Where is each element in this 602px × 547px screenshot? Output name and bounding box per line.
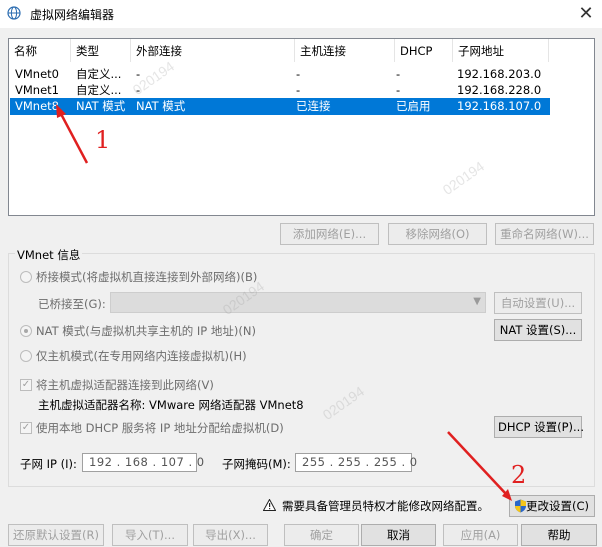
subnet-mask-label: 子网掩码(M):	[222, 457, 291, 471]
export-button[interactable]: 导出(X)...	[193, 524, 268, 546]
cell-name: VMnet0	[15, 67, 59, 81]
cell-dhcp: -	[396, 83, 401, 97]
cell-name: VMnet8	[15, 99, 59, 113]
use-dhcp-checkbox[interactable]: ✓	[20, 422, 32, 434]
cell-name: VMnet1	[15, 83, 59, 97]
nat-mode-label: NAT 模式(与虚拟机共享主机的 IP 地址)(N)	[36, 324, 256, 338]
col-subnet[interactable]: 子网地址	[453, 39, 549, 62]
adapter-name-text: 主机虚拟适配器名称: VMware 网络适配器 VMnet8	[38, 398, 304, 412]
add-network-button[interactable]: 添加网络(E)...	[280, 223, 379, 245]
table-row[interactable]: VMnet0 自定义... - - - 192.168.203.0	[10, 66, 550, 83]
network-globe-icon	[7, 6, 21, 20]
cancel-button[interactable]: 取消	[361, 524, 436, 546]
cell-type: NAT 模式	[76, 99, 126, 113]
rename-network-button[interactable]: 重命名网络(W)...	[495, 223, 594, 245]
cell-type: 自定义...	[76, 67, 122, 81]
connect-adapter-checkbox[interactable]: ✓	[20, 379, 32, 391]
vmnet-info-group	[8, 253, 595, 487]
apply-button[interactable]: 应用(A)	[443, 524, 518, 546]
col-external[interactable]: 外部连接	[131, 39, 295, 62]
annotation-number-2: 2	[511, 461, 527, 489]
cell-host: 已连接	[296, 99, 331, 113]
col-type[interactable]: 类型	[71, 39, 131, 62]
nat-mode-radio[interactable]	[20, 325, 32, 337]
chevron-down-icon: ▼	[473, 296, 481, 307]
dhcp-settings-button[interactable]: DHCP 设置(P)...	[494, 416, 584, 438]
col-name[interactable]: 名称	[9, 39, 71, 62]
annotation-number-1: 1	[95, 126, 111, 154]
subnet-ip-field[interactable]: 192 . 168 . 107 . 0	[82, 453, 204, 472]
bridged-to-select[interactable]: ▼	[110, 292, 486, 313]
change-settings-button[interactable]: 更改设置(C)	[509, 495, 595, 517]
host-only-radio[interactable]	[20, 350, 32, 362]
auto-settings-button[interactable]: 自动设置(U)...	[494, 292, 582, 314]
change-settings-label: 更改设置(C)	[526, 499, 590, 513]
restore-defaults-button[interactable]: 还原默认设置(R)	[8, 524, 104, 546]
cell-dhcp: 已启用	[396, 99, 431, 113]
bridge-mode-label: 桥接模式(将虚拟机直接连接到外部网络)(B)	[36, 270, 258, 284]
cell-dhcp: -	[396, 67, 401, 81]
vmnet-info-title: VMnet 信息	[15, 247, 83, 263]
import-button[interactable]: 导入(T)...	[112, 524, 188, 546]
connect-adapter-label: 将主机虚拟适配器连接到此网络(V)	[36, 378, 214, 392]
subnet-mask-field[interactable]: 255 . 255 . 255 . 0	[295, 453, 417, 472]
admin-warning-text: 需要具备管理员特权才能修改网络配置。	[282, 499, 489, 513]
window-title: 虚拟网络编辑器	[30, 8, 115, 22]
use-dhcp-label: 使用本地 DHCP 服务将 IP 地址分配给虚拟机(D)	[36, 421, 284, 435]
cell-external: NAT 模式	[136, 99, 186, 113]
table-row[interactable]: VMnet1 自定义... - - - 192.168.228.0	[10, 82, 550, 99]
nat-settings-button[interactable]: NAT 设置(S)...	[494, 319, 582, 341]
bridge-mode-radio[interactable]	[20, 271, 32, 283]
ok-button[interactable]: 确定	[284, 524, 359, 546]
remove-network-button[interactable]: 移除网络(O)	[388, 223, 487, 245]
list-header: 名称 类型 外部连接 主机连接 DHCP 子网地址	[9, 39, 594, 62]
cell-subnet: 192.168.107.0	[457, 99, 542, 113]
col-host[interactable]: 主机连接	[295, 39, 395, 62]
bridged-to-label: 已桥接至(G):	[38, 297, 106, 311]
cell-subnet: 192.168.203.0	[457, 67, 542, 81]
host-only-label: 仅主机模式(在专用网络内连接虚拟机)(H)	[36, 349, 247, 363]
cell-host: -	[296, 83, 301, 97]
subnet-ip-label: 子网 IP (I):	[20, 457, 77, 471]
cell-type: 自定义...	[76, 83, 122, 97]
cell-subnet: 192.168.228.0	[457, 83, 542, 97]
close-icon[interactable]: ✕	[572, 2, 600, 26]
help-button[interactable]: 帮助	[521, 524, 597, 546]
uac-shield-icon	[515, 499, 526, 513]
table-row-selected[interactable]: VMnet8 NAT 模式 NAT 模式 已连接 已启用 192.168.107…	[10, 98, 550, 115]
warning-icon	[263, 499, 276, 511]
cell-host: -	[296, 67, 301, 81]
col-dhcp[interactable]: DHCP	[395, 39, 453, 62]
